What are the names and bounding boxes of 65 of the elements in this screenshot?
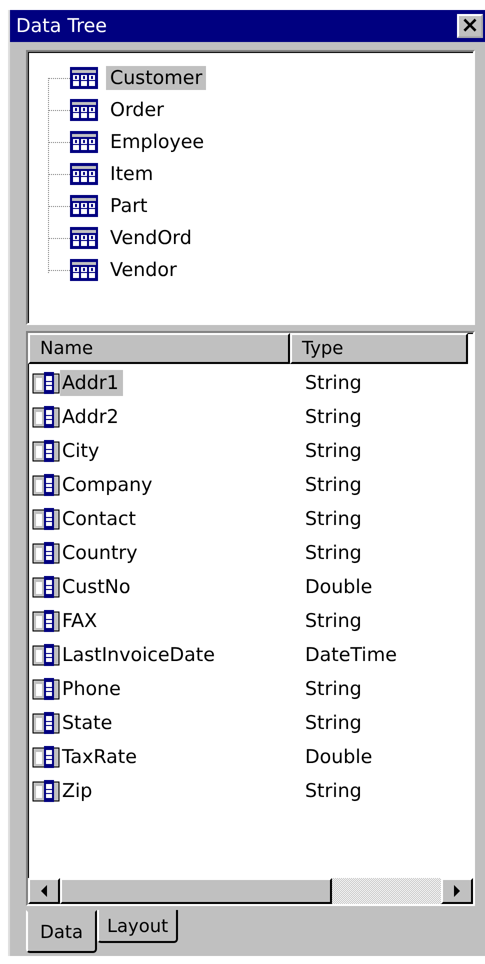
- tree-item[interactable]: VendOrd: [106, 226, 196, 250]
- column-header[interactable]: Name: [28, 333, 290, 364]
- field-type: String: [304, 542, 362, 564]
- field-type: String: [304, 406, 362, 428]
- table-icon: [70, 195, 98, 217]
- field-name[interactable]: TaxRate: [60, 744, 141, 770]
- field-name[interactable]: State: [60, 710, 116, 736]
- field-name[interactable]: City: [60, 438, 104, 464]
- close-button[interactable]: ×: [457, 14, 483, 38]
- field-icon: [32, 644, 60, 666]
- field-icon: [32, 610, 60, 632]
- field-name[interactable]: Contact: [60, 506, 140, 532]
- scroll-right-button[interactable]: [441, 878, 473, 904]
- tree-item[interactable]: Item: [106, 162, 158, 186]
- field-icon: [32, 440, 60, 462]
- scroll-left-button[interactable]: [28, 878, 60, 904]
- field-icon: [32, 746, 60, 768]
- table-icon: [70, 99, 98, 121]
- field-name[interactable]: Phone: [60, 676, 125, 702]
- field-icon: [32, 542, 60, 564]
- field-type: String: [304, 610, 362, 632]
- table-icon: [70, 227, 98, 249]
- field-icon: [32, 508, 60, 530]
- field-type: String: [304, 440, 362, 462]
- field-type: String: [304, 712, 362, 734]
- scroll-thumb[interactable]: [60, 878, 332, 904]
- left-arrow-icon: [40, 885, 48, 897]
- field-type: String: [304, 474, 362, 496]
- field-icon: [32, 678, 60, 700]
- horizontal-scrollbar[interactable]: [28, 878, 473, 904]
- tree-item[interactable]: Order: [106, 98, 168, 122]
- field-type: String: [304, 780, 362, 802]
- table-icon: [70, 259, 98, 281]
- column-header[interactable]: Type: [290, 333, 468, 364]
- field-type: String: [304, 508, 362, 530]
- field-type: Double: [304, 576, 372, 598]
- field-name[interactable]: Company: [60, 472, 156, 498]
- table-icon: [70, 67, 98, 89]
- field-name[interactable]: Addr2: [60, 404, 123, 430]
- tab[interactable]: Data: [26, 910, 97, 953]
- field-name[interactable]: CustNo: [60, 574, 134, 600]
- field-icon: [32, 576, 60, 598]
- field-type: Double: [304, 746, 372, 768]
- tree-item[interactable]: Customer: [106, 66, 206, 90]
- table-icon: [70, 163, 98, 185]
- right-arrow-icon: [453, 885, 461, 897]
- field-type: String: [304, 678, 362, 700]
- field-icon: [32, 372, 60, 394]
- tree-item[interactable]: Vendor: [106, 258, 181, 282]
- tree-item[interactable]: Employee: [106, 130, 208, 154]
- window-title: Data Tree: [16, 15, 107, 37]
- field-name[interactable]: LastInvoiceDate: [60, 642, 219, 668]
- field-name[interactable]: FAX: [60, 608, 102, 634]
- tree-item[interactable]: Part: [106, 194, 152, 218]
- tab[interactable]: Layout: [96, 910, 178, 943]
- field-icon: [32, 474, 60, 496]
- table-icon: [70, 131, 98, 153]
- field-type: String: [304, 372, 362, 394]
- field-icon: [32, 712, 60, 734]
- field-icon: [32, 406, 60, 428]
- field-icon: [32, 780, 60, 802]
- field-name[interactable]: Country: [60, 540, 142, 566]
- field-type: DateTime: [304, 644, 397, 666]
- field-name[interactable]: Zip: [60, 778, 96, 804]
- field-name[interactable]: Addr1: [60, 370, 123, 396]
